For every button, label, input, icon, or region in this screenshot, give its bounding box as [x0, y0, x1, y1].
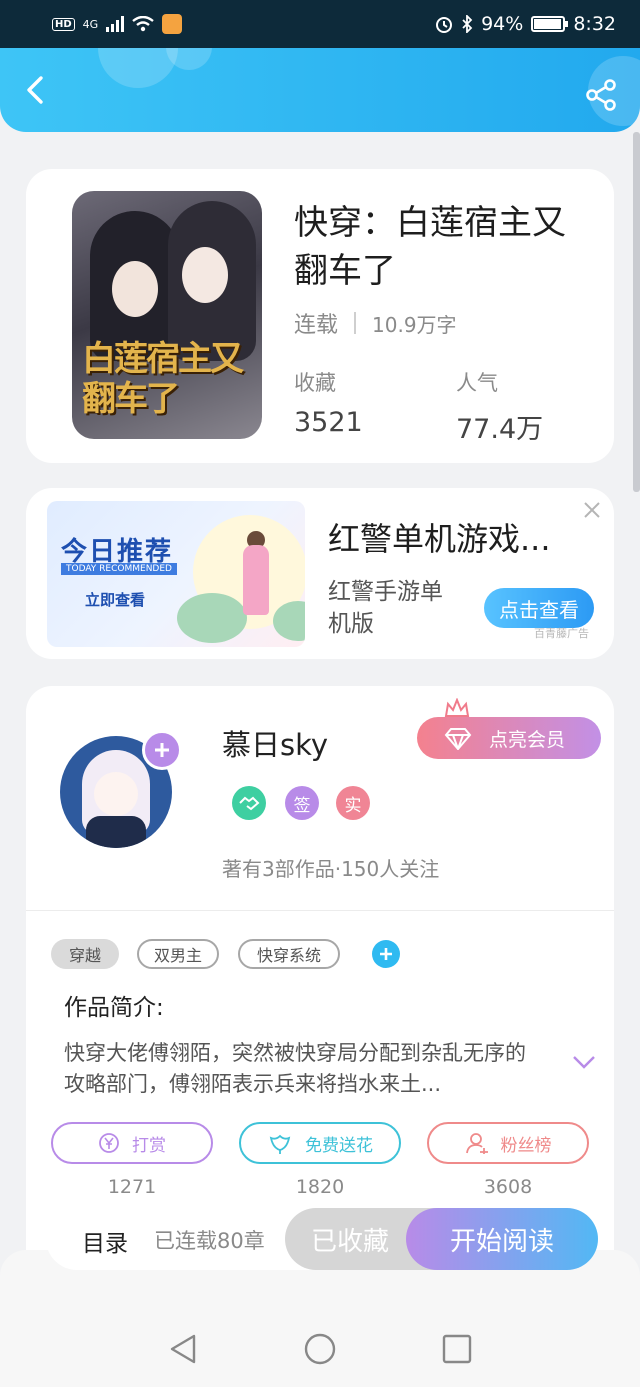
table-of-contents-button[interactable]: 目录 — [82, 1224, 128, 1258]
bluetooth-icon — [462, 15, 473, 33]
ad-card[interactable]: 今日推荐 TODAY RECOMMENDED 立即查看 红警单机游戏... 红警… — [26, 488, 614, 659]
intro-body: 快穿大佬傅翎陌，突然被快穿局分配到杂乱无序的攻略部门，傅翎陌表示兵来将挡水来土.… — [64, 1041, 526, 1096]
chapter-count: 已连载80章 — [154, 1229, 265, 1253]
signal-icon — [106, 16, 125, 32]
cover-face — [182, 247, 228, 303]
battery-percent: 94% — [481, 13, 524, 35]
badge-handshake[interactable] — [232, 786, 266, 820]
scrollbar[interactable] — [633, 132, 640, 492]
triangle-back-icon[interactable] — [166, 1332, 200, 1366]
intro-title: 作品简介: — [64, 995, 164, 1021]
collected-label: 已收藏 — [310, 1226, 389, 1257]
yen-icon — [99, 1133, 119, 1153]
tag-chip[interactable]: 穿越 — [51, 939, 119, 969]
ad-banner-subtitle: TODAY RECOMMENDED — [61, 563, 177, 575]
vip-button-label: 点亮会员 — [489, 728, 566, 751]
book-title: 快穿：白莲宿主又翻车了 — [294, 203, 566, 291]
ad-banner-image[interactable]: 今日推荐 TODAY RECOMMENDED 立即查看 — [47, 501, 305, 647]
ad-banner-cta: 立即查看 — [85, 591, 146, 609]
close-icon — [584, 502, 600, 518]
cover-title-art: 白莲宿主又翻车了 — [82, 339, 244, 419]
tip-label: 打赏 — [132, 1135, 166, 1156]
favorites-value: 3521 — [294, 407, 363, 438]
meta-separator — [354, 312, 357, 334]
avatar-face — [94, 772, 138, 816]
cover-face — [112, 261, 158, 317]
user-icon — [465, 1133, 488, 1154]
ad-subtitle: 红警手游单机版 — [328, 579, 443, 637]
battery-level — [534, 19, 561, 29]
favorites-label: 收藏 — [294, 371, 336, 395]
expand-intro-button[interactable] — [572, 1054, 596, 1070]
chevron-left-icon — [27, 76, 43, 104]
ad-title: 红警单机游戏... — [328, 520, 551, 558]
circle-home-icon[interactable] — [303, 1332, 337, 1366]
fan-count: 3608 — [483, 1176, 533, 1198]
tip-count: 1271 — [107, 1176, 157, 1198]
tip-button[interactable]: 打赏 — [51, 1122, 213, 1164]
share-icon — [586, 79, 616, 111]
hd-indicator: HD — [52, 17, 75, 31]
crown-icon — [444, 698, 470, 717]
header-bar — [0, 48, 640, 132]
author-stats: 著有3部作品·150人关注 — [222, 857, 440, 881]
ad-close-button[interactable] — [582, 500, 602, 520]
book-status: 连载 — [294, 313, 339, 338]
follow-author-button[interactable] — [142, 730, 182, 770]
system-nav-bar — [0, 1250, 640, 1387]
ad-girl-figure — [243, 545, 269, 615]
square-recents-icon[interactable] — [440, 1332, 474, 1366]
network-type: 4G — [82, 17, 99, 31]
decor-bubble — [98, 48, 178, 88]
section-divider — [26, 910, 614, 911]
send-flower-label: 免费送花 — [305, 1135, 373, 1156]
tag-chip[interactable]: 双男主 — [137, 939, 219, 969]
ad-view-button[interactable]: 点击查看 — [484, 588, 594, 628]
badge-signed[interactable]: 签 — [285, 786, 319, 820]
popularity-value: 77.4万 — [456, 414, 544, 445]
send-flower-button[interactable]: 免费送花 — [239, 1122, 401, 1164]
app-notification-icon — [162, 14, 183, 34]
tag-chip[interactable]: 快穿系统 — [238, 939, 340, 969]
flower-count: 1820 — [295, 1176, 345, 1198]
clock: 8:32 — [573, 13, 616, 35]
chevron-down-icon — [573, 1056, 595, 1069]
book-meta: 连载 10.9万字 — [294, 307, 457, 339]
wifi-icon — [132, 16, 154, 32]
plus-icon — [380, 948, 392, 960]
battery-icon — [531, 16, 569, 32]
badge-verified[interactable]: 实 — [336, 786, 370, 820]
alarm-icon — [436, 17, 453, 33]
start-reading-button[interactable]: 开始阅读 — [406, 1208, 598, 1270]
fan-ranking-button[interactable]: 粉丝榜 — [427, 1122, 589, 1164]
avatar-body — [86, 816, 146, 848]
share-button[interactable] — [584, 78, 618, 112]
ad-source-label: 百青藤广告 — [534, 627, 589, 640]
plus-icon — [155, 743, 169, 757]
fan-ranking-label: 粉丝榜 — [500, 1135, 552, 1156]
status-bar: HD 4G 94% 8:32 — [0, 0, 640, 48]
author-name: 慕日sky — [222, 728, 329, 762]
add-tag-button[interactable] — [372, 940, 400, 968]
book-word-count: 10.9万字 — [372, 312, 457, 337]
flower-icon — [269, 1134, 291, 1154]
book-info-card: 白莲宿主又翻车了 快穿：白莲宿主又翻车了 连载 10.9万字 收藏 3521 人… — [26, 169, 614, 463]
popularity-label: 人气 — [456, 371, 498, 395]
diamond-icon — [444, 728, 472, 750]
back-button[interactable] — [18, 72, 54, 108]
book-cover[interactable]: 白莲宿主又翻车了 — [72, 191, 262, 439]
ad-bush-decor — [177, 593, 247, 643]
bottom-action-bar: 目录 已连载80章 已收藏 开始阅读 — [46, 1208, 598, 1270]
handshake-icon — [239, 796, 260, 811]
